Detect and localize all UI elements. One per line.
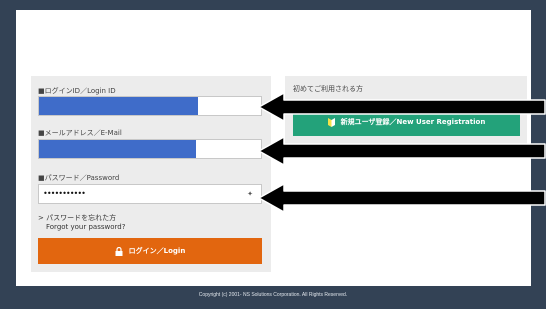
login-id-input[interactable] (38, 96, 262, 116)
footer-copyright: Copyright (c) 2001- NS Solutions Corpora… (198, 292, 348, 298)
arrow-left-icon (258, 183, 546, 213)
login-button[interactable]: ログイン／Login (38, 238, 262, 264)
login-button-label: ログイン／Login (128, 247, 186, 255)
password-input[interactable]: ••••••••••• ✦ (38, 184, 262, 204)
password-label: ■パスワード／Password (38, 174, 120, 182)
forgot-password-ja[interactable]: > パスワードを忘れた方 (38, 214, 125, 223)
lock-icon (115, 246, 123, 256)
password-value: ••••••••••• (43, 189, 86, 198)
email-label: ■メールアドレス／E-Mail (38, 129, 122, 137)
redacted-value (39, 140, 196, 158)
forgot-password-en[interactable]: Forgot your password? (38, 223, 125, 232)
email-input[interactable] (38, 139, 262, 159)
eye-icon[interactable]: ✦ (247, 190, 253, 198)
arrow-left-icon (258, 136, 546, 166)
login-id-label: ■ログインID／Login ID (38, 87, 116, 95)
redacted-value (39, 97, 198, 115)
forgot-password-link[interactable]: > パスワードを忘れた方 Forgot your password? (38, 214, 125, 232)
arrow-left-icon (258, 92, 546, 122)
